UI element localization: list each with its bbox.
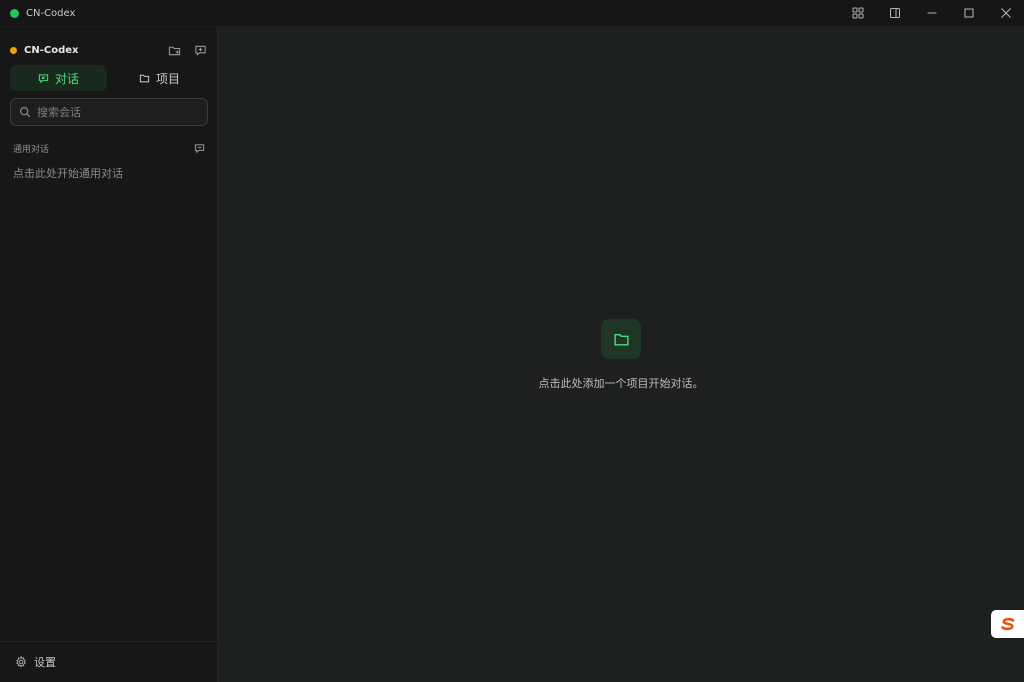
- maximize-button[interactable]: [950, 0, 987, 27]
- settings-label[interactable]: 设置: [34, 654, 56, 670]
- folder-plus-icon: [168, 46, 180, 55]
- minimize-icon: [927, 12, 936, 14]
- tab-projects-label: 项目: [155, 71, 180, 86]
- close-icon: [1000, 8, 1011, 18]
- main-content: 点击此处添加一个项目开始对话。: [218, 27, 1024, 682]
- chat-icon: [38, 73, 49, 83]
- folder-icon: [613, 333, 629, 346]
- minimize-button[interactable]: [913, 0, 950, 27]
- chat-add-icon: [194, 143, 204, 153]
- toggle-panel-button[interactable]: [876, 0, 913, 27]
- workspace-header: CN-Codex: [0, 40, 218, 60]
- empty-state-text[interactable]: 点击此处添加一个项目开始对话。: [218, 375, 1024, 391]
- workspace-name: CN-Codex: [24, 44, 79, 56]
- new-project-button[interactable]: [166, 42, 182, 58]
- maximize-icon: [964, 8, 973, 18]
- tab-chats[interactable]: 对话: [10, 65, 107, 91]
- start-general-chat-link[interactable]: 点击此处开始通用对话: [13, 165, 123, 181]
- title-bar: CN-Codex: [0, 0, 1024, 27]
- close-button[interactable]: [987, 0, 1024, 27]
- sidebar-tabs: 对话 项目: [10, 65, 208, 91]
- ime-indicator[interactable]: [991, 610, 1024, 638]
- folder-icon: [139, 74, 150, 82]
- search-input[interactable]: [37, 105, 197, 119]
- side-panel-icon: [889, 8, 900, 18]
- grid-icon: [852, 7, 863, 19]
- layout-grid-button[interactable]: [839, 0, 876, 27]
- add-project-button[interactable]: [601, 319, 641, 359]
- workspace-actions: [166, 42, 208, 58]
- search-box: [10, 98, 208, 126]
- general-chats-section: 通用对话: [13, 141, 205, 155]
- chat-edit-icon: [194, 45, 206, 56]
- section-new-chat-button[interactable]: [193, 142, 205, 154]
- search-icon: [19, 106, 31, 118]
- new-chat-button[interactable]: [192, 42, 208, 58]
- settings-button[interactable]: [15, 656, 27, 668]
- window-title: CN-Codex: [26, 7, 76, 19]
- tab-projects[interactable]: 项目: [111, 65, 208, 91]
- gear-icon: [16, 656, 26, 668]
- tab-chats-label: 对话: [54, 71, 79, 86]
- sidebar-footer: 设置: [0, 641, 218, 682]
- section-title: 通用对话: [13, 144, 50, 155]
- sidebar: CN-Codex 对话 项目 搜索会话 通用对话 点击此处开始通用对话 设置: [0, 27, 218, 682]
- ime-s-icon: [1000, 617, 1014, 631]
- workspace-status-dot: [10, 46, 17, 54]
- app-status-dot: [10, 8, 19, 18]
